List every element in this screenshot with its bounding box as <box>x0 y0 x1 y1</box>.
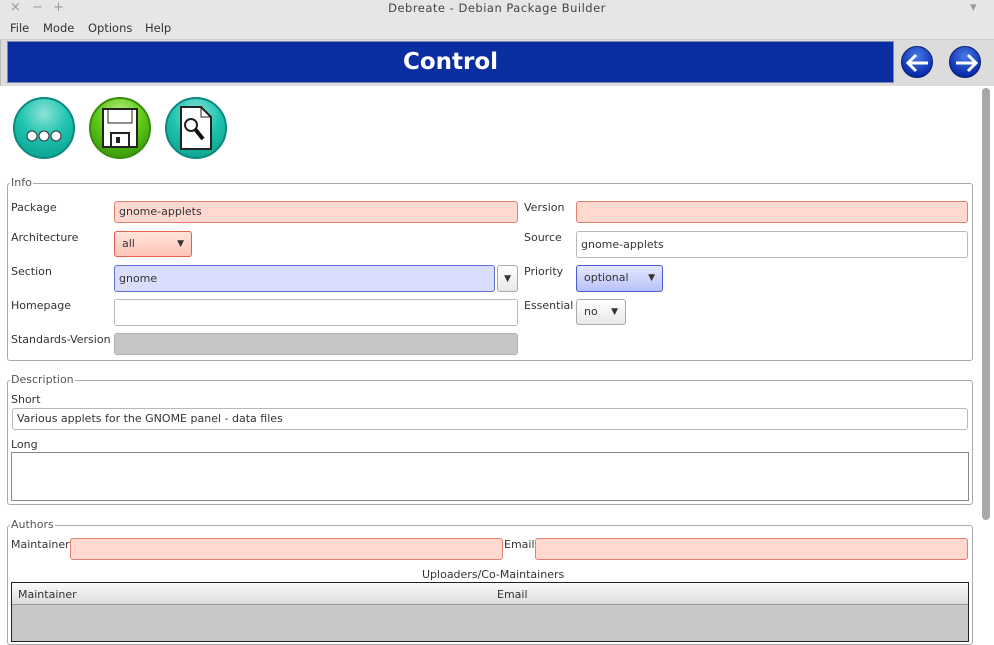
maximize-icon[interactable]: + <box>53 0 64 16</box>
maintainer-input[interactable] <box>70 538 503 560</box>
package-input[interactable]: gnome-applets <box>114 201 518 223</box>
email-label: Email <box>504 538 535 551</box>
section-input[interactable]: gnome <box>114 265 495 292</box>
architecture-value: all <box>122 237 135 250</box>
title-bar: Debreate - Debian Package Builder <box>0 0 994 17</box>
page-title: Control <box>7 41 894 83</box>
section-label: Section <box>11 265 52 278</box>
window-title: Debreate - Debian Package Builder <box>388 1 606 15</box>
more-options-icon[interactable] <box>13 97 75 159</box>
save-floppy-icon[interactable] <box>89 97 151 159</box>
long-description-textarea[interactable] <box>11 452 969 501</box>
preview-file-icon[interactable] <box>165 97 227 159</box>
menu-options[interactable]: Options <box>88 21 132 35</box>
email-input[interactable] <box>535 538 968 560</box>
essential-select[interactable]: no ▼ <box>576 299 626 325</box>
chevron-down-icon: ▼ <box>177 239 184 249</box>
uploaders-table[interactable]: Maintainer Email <box>11 582 969 642</box>
maintainer-label: Maintainer <box>11 538 70 551</box>
priority-label: Priority <box>524 265 564 278</box>
section-dropdown-button[interactable]: ▼ <box>497 265 518 292</box>
version-label: Version <box>524 201 565 214</box>
authors-legend: Authors <box>10 518 55 531</box>
uploaders-label: Uploaders/Co-Maintainers <box>422 568 565 581</box>
homepage-input[interactable] <box>114 299 518 326</box>
standards-version-label: Standards-Version <box>11 333 111 346</box>
short-description-input[interactable]: Various applets for the GNOME panel - da… <box>12 408 968 430</box>
priority-select[interactable]: optional ▼ <box>576 265 663 292</box>
menu-help[interactable]: Help <box>145 21 171 35</box>
arrow-right-icon[interactable] <box>949 46 981 78</box>
column-header-maintainer[interactable]: Maintainer <box>18 588 77 601</box>
architecture-select[interactable]: all ▼ <box>114 231 192 257</box>
long-description-label: Long <box>11 438 38 451</box>
version-input[interactable] <box>576 201 968 223</box>
architecture-label: Architecture <box>11 231 79 244</box>
short-description-label: Short <box>11 393 41 406</box>
close-icon[interactable]: × <box>10 0 21 16</box>
standards-version-input[interactable] <box>114 333 518 355</box>
arrow-left-icon[interactable] <box>901 46 933 78</box>
source-input[interactable]: gnome-applets <box>576 231 968 258</box>
menu-mode[interactable]: Mode <box>43 21 74 35</box>
chevron-down-icon: ▼ <box>648 273 655 283</box>
window-menu-icon[interactable]: ▾ <box>970 0 977 16</box>
chevron-down-icon: ▼ <box>611 307 618 317</box>
essential-value: no <box>584 305 598 318</box>
description-legend: Description <box>10 373 75 386</box>
chevron-down-icon: ▼ <box>504 274 511 284</box>
menu-file[interactable]: File <box>10 21 29 35</box>
essential-label: Essential <box>524 299 574 312</box>
source-label: Source <box>524 231 562 244</box>
info-legend: Info <box>10 176 33 189</box>
column-header-email[interactable]: Email <box>497 588 528 601</box>
table-header: Maintainer Email <box>12 583 968 605</box>
minimize-icon[interactable]: − <box>32 0 43 16</box>
vertical-scrollbar[interactable] <box>982 88 990 520</box>
package-label: Package <box>11 201 57 214</box>
homepage-label: Homepage <box>11 299 71 312</box>
priority-value: optional <box>584 271 629 284</box>
